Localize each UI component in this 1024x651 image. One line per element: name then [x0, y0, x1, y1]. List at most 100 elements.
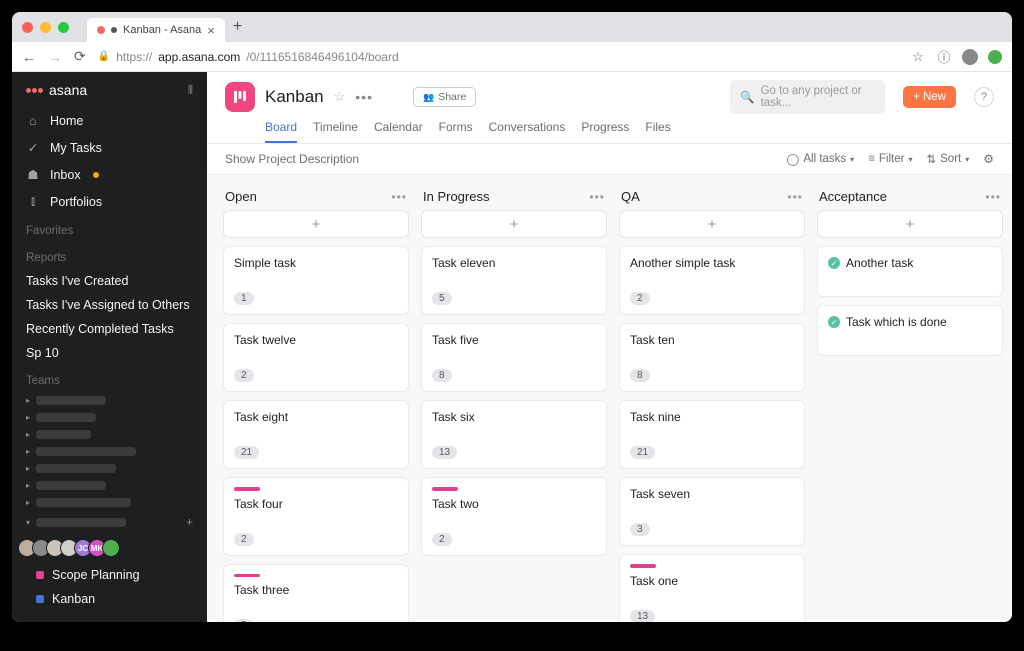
new-label: New: [923, 91, 946, 103]
task-card[interactable]: Task two2: [421, 477, 607, 556]
new-tab-button[interactable]: +: [233, 18, 242, 36]
card-badge: 2: [432, 533, 452, 546]
collapse-sidebar-icon[interactable]: ⦀: [188, 83, 193, 98]
report-link[interactable]: Recently Completed Tasks: [12, 317, 207, 341]
team-item[interactable]: ▸: [12, 426, 207, 443]
sort-button[interactable]: ⇅ Sort ▾: [926, 152, 969, 166]
close-window-button[interactable]: [22, 22, 33, 33]
task-card[interactable]: Task five8: [421, 323, 607, 392]
add-card-button[interactable]: +: [619, 210, 805, 238]
task-card[interactable]: Task seven3: [619, 477, 805, 546]
tab-files[interactable]: Files: [645, 120, 670, 143]
team-item[interactable]: ▸: [12, 392, 207, 409]
project-more-menu[interactable]: •••: [355, 89, 373, 105]
team-item[interactable]: ▸: [12, 409, 207, 426]
project-title: Kanban: [265, 87, 324, 107]
report-link[interactable]: Tasks I've Assigned to Others: [12, 293, 207, 317]
chevron-right-icon: ▾: [26, 518, 30, 527]
forward-button[interactable]: →: [48, 49, 62, 65]
task-card[interactable]: Task nine21: [619, 400, 805, 469]
asana-logo[interactable]: asana: [26, 82, 87, 98]
sidebar-nav-my-tasks[interactable]: ✓My Tasks: [12, 134, 207, 161]
share-button[interactable]: 👥 Share: [413, 87, 476, 107]
chevron-right-icon: ▸: [26, 430, 30, 439]
column-more-icon[interactable]: •••: [391, 190, 407, 204]
task-card[interactable]: ✓Task which is done: [817, 305, 1003, 356]
column-more-icon[interactable]: •••: [787, 190, 803, 204]
sidebar-nav-portfolios[interactable]: ⫾Portfolios: [12, 188, 207, 215]
tab-progress[interactable]: Progress: [581, 120, 629, 143]
chevron-right-icon: ▸: [26, 498, 30, 507]
task-card[interactable]: Task ten8: [619, 323, 805, 392]
board-subheader: Show Project Description ◯ All tasks ▾ ≡…: [207, 144, 1012, 175]
card-title: ✓Task which is done: [828, 315, 992, 329]
back-button[interactable]: ←: [22, 49, 36, 65]
reload-button[interactable]: ⟳: [74, 48, 86, 65]
task-card[interactable]: Task eleven5: [421, 246, 607, 315]
chevron-right-icon: ▸: [26, 464, 30, 473]
column-more-icon[interactable]: •••: [589, 190, 605, 204]
add-team-icon[interactable]: +: [186, 515, 193, 529]
nav-icon: ☗: [26, 167, 40, 182]
report-link[interactable]: Tasks I've Created: [12, 269, 207, 293]
circle-check-icon: ◯: [786, 152, 799, 166]
project-item[interactable]: Scope Planning: [12, 563, 207, 587]
member-avatar[interactable]: [102, 539, 120, 557]
team-item[interactable]: ▸: [12, 477, 207, 494]
minimize-window-button[interactable]: [40, 22, 51, 33]
show-description-link[interactable]: Show Project Description: [225, 152, 359, 166]
team-item[interactable]: ▸: [12, 460, 207, 477]
team-item[interactable]: ▸: [12, 443, 207, 460]
task-card[interactable]: Task six13: [421, 400, 607, 469]
close-tab-button[interactable]: ×: [207, 23, 215, 38]
search-input[interactable]: 🔍 Go to any project or task...: [730, 80, 885, 114]
maximize-window-button[interactable]: [58, 22, 69, 33]
team-item[interactable]: ▾+: [12, 511, 207, 533]
tab-forms[interactable]: Forms: [439, 120, 473, 143]
info-icon[interactable]: ⓘ: [936, 49, 952, 65]
tab-calendar[interactable]: Calendar: [374, 120, 423, 143]
extension-icon[interactable]: [988, 50, 1002, 64]
task-card[interactable]: ✓Another task: [817, 246, 1003, 297]
task-card[interactable]: Task twelve2: [223, 323, 409, 392]
customize-icon[interactable]: ⚙: [983, 152, 994, 166]
nav-icon: ⫾: [26, 194, 40, 209]
filter-button[interactable]: ≡ Filter ▾: [868, 153, 912, 165]
project-icon[interactable]: [225, 82, 255, 112]
tab-timeline[interactable]: Timeline: [313, 120, 358, 143]
sidebar-nav-inbox[interactable]: ☗ Inbox: [12, 161, 207, 188]
team-item[interactable]: ▸: [12, 494, 207, 511]
add-card-button[interactable]: +: [421, 210, 607, 238]
task-card[interactable]: Task four2: [223, 477, 409, 556]
nav-label: Inbox: [50, 168, 81, 182]
kanban-board: Open•••+Simple task1Task twelve2Task eig…: [207, 175, 1012, 622]
add-card-button[interactable]: +: [223, 210, 409, 238]
task-card[interactable]: Simple task1: [223, 246, 409, 315]
favicon-icon: [97, 26, 105, 34]
task-card[interactable]: Another simple task2: [619, 246, 805, 315]
new-button[interactable]: + New: [903, 86, 956, 108]
tab-board[interactable]: Board: [265, 120, 297, 143]
task-card[interactable]: Task three5: [223, 564, 409, 623]
card-title: Task five: [432, 333, 596, 347]
help-button[interactable]: ?: [974, 87, 994, 107]
column-title: QA: [621, 189, 640, 204]
star-icon[interactable]: ☆: [910, 49, 926, 65]
all-tasks-filter[interactable]: ◯ All tasks ▾: [786, 152, 854, 166]
sidebar-nav-home[interactable]: ⌂Home: [12, 108, 207, 134]
favorite-star-icon[interactable]: ☆: [334, 89, 346, 105]
task-card[interactable]: Task one13: [619, 554, 805, 622]
team-placeholder: [36, 464, 116, 473]
column-more-icon[interactable]: •••: [985, 190, 1001, 204]
report-link[interactable]: Sp 10: [12, 341, 207, 365]
task-card[interactable]: Task eight21: [223, 400, 409, 469]
project-item[interactable]: Kanban: [12, 587, 207, 611]
browser-tab[interactable]: Kanban - Asana ×: [87, 18, 225, 42]
tab-conversations[interactable]: Conversations: [489, 120, 566, 143]
address-bar[interactable]: 🔒 https://app.asana.com/0/11165168464961…: [98, 50, 898, 64]
profile-avatar[interactable]: [962, 49, 978, 65]
main-content: Kanban ☆ ••• 👥 Share 🔍 Go to any project…: [207, 72, 1012, 622]
add-card-button[interactable]: +: [817, 210, 1003, 238]
window-controls: [22, 22, 69, 33]
chevron-down-icon: ▾: [965, 155, 969, 164]
